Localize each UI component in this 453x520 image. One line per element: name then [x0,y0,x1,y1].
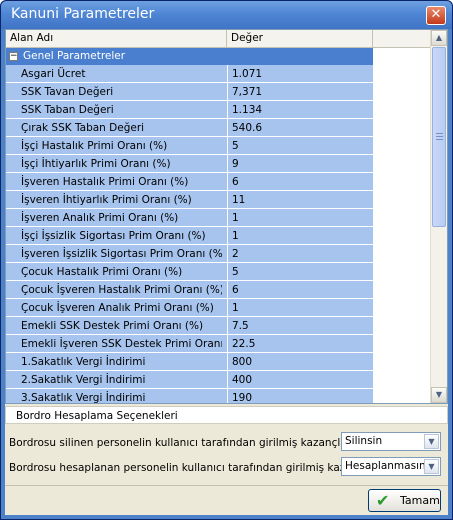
select-value: Silinsin [345,435,383,447]
row-name: İşçi İhtiyarlık Primi Oranı (%) [21,158,171,170]
row-name: 1.Sakatlık Vergi İndirimi [21,356,146,368]
table-row[interactable]: Çırak SSK Taban Değeri 540.6 [6,119,373,137]
row-name: İşveren İşsizlik Sigortası Prim Oranı (%… [21,248,222,260]
table-row[interactable]: İşveren Analık Primi Oranı (%) 1 [6,209,373,227]
row-name: SSK Tavan Değeri [21,86,114,98]
row-name: Çocuk İşveren Hastalık Primi Oranı (%) [21,284,222,296]
row-value[interactable]: 7.5 [227,317,378,335]
row-value[interactable]: 5 [227,263,378,281]
row-value[interactable]: 2 [227,245,378,263]
arrow-down-icon[interactable]: ▼ [431,387,447,403]
table-row[interactable]: Çocuk Hastalık Primi Oranı (%) 5 [6,263,373,281]
row-name: İşveren Analık Primi Oranı (%) [21,212,179,224]
row-name: İşveren İhtiyarlık Primi Oranı (%) [21,194,192,206]
dialog-window: Kanuni Parametreler ✕ Alan Adı Değer − G… [0,0,453,520]
group-row-genel[interactable]: − Genel Parametreler [6,48,373,65]
calculated-earnings-select[interactable]: Hesaplanmasın ▼ [341,457,441,476]
table-row[interactable]: İşveren Hastalık Primi Oranı (%) 6 [6,173,373,191]
table-row[interactable]: İşveren İşsizlik Sigortası Prim Oranı (%… [6,245,373,263]
row-name: 3.Sakatlık Vergi İndirimi [21,392,146,404]
option-label-calculated: Bordrosu hesaplanan personelin kullanıcı… [9,462,381,474]
thumb-grip [436,136,443,137]
table-row[interactable]: Emekli SSK Destek Primi Oranı (%) 7.5 [6,317,373,335]
window-title: Kanuni Parametreler [11,6,155,22]
option-label-deleted: Bordrosu silinen personelin kullanıcı ta… [9,437,354,449]
row-value[interactable]: 1 [227,299,378,317]
column-header-value[interactable]: Değer [227,30,373,47]
table-row[interactable]: SSK Tavan Değeri 7,371 [6,83,373,101]
chevron-down-icon[interactable]: ▼ [424,434,439,449]
select-value: Hesaplanmasın [345,460,426,472]
ok-button-label: Tamam [400,494,440,507]
table-row[interactable]: İşçi Hastalık Primi Oranı (%) 5 [6,137,373,155]
close-icon[interactable]: ✕ [426,6,446,25]
row-value[interactable]: 800 [227,353,378,371]
row-name: 2.Sakatlık Vergi İndirimi [21,374,146,386]
title-bar[interactable]: Kanuni Parametreler ✕ [1,1,452,29]
table-row[interactable]: Çocuk İşveren Analık Primi Oranı (%) 1 [6,299,373,317]
scrollbar-thumb[interactable] [432,47,446,227]
table-row[interactable]: Çocuk İşveren Hastalık Primi Oranı (%) 6 [6,281,373,299]
row-name: Çocuk Hastalık Primi Oranı (%) [21,266,183,278]
grid-rows: − Genel Parametreler Asgari Ücret 1.071 SS… [6,48,373,404]
row-name: Çırak SSK Taban Değeri [21,122,145,134]
table-row[interactable]: Emekli İşveren SSK Destek Primi Oranı (%… [6,335,373,353]
table-row[interactable]: 1.Sakatlık Vergi İndirimi 800 [6,353,373,371]
row-value[interactable]: 7,371 [227,83,378,101]
row-value[interactable]: 540.6 [227,119,378,137]
row-value[interactable]: 11 [227,191,378,209]
arrow-up-icon[interactable]: ▲ [431,30,447,46]
deleted-earnings-select[interactable]: Silinsin ▼ [341,432,441,451]
row-value[interactable]: 6 [227,281,378,299]
divider [5,485,448,486]
parameters-grid[interactable]: Alan Adı Değer − Genel Parametreler Asga… [5,29,448,404]
row-name: İşçi İşsizlik Sigortası Prim Oranı (%) [21,230,206,242]
row-value[interactable]: 5 [227,137,378,155]
row-value[interactable]: 400 [227,371,378,389]
row-name: Çocuk İşveren Analık Primi Oranı (%) [21,302,214,314]
row-name: İşçi Hastalık Primi Oranı (%) [21,140,168,152]
group-label: Genel Parametreler [23,50,126,62]
row-value[interactable]: 190 [227,389,378,403]
row-name: İşveren Hastalık Primi Oranı (%) [21,176,189,188]
table-row[interactable]: SSK Taban Değeri 1.134 [6,101,373,119]
row-name: Emekli SSK Destek Primi Oranı (%) [21,320,204,332]
column-header-name[interactable]: Alan Adı [6,30,227,47]
row-value[interactable]: 9 [227,155,378,173]
dialog-content: Alan Adı Değer − Genel Parametreler Asga… [5,29,448,515]
table-row[interactable]: 2.Sakatlık Vergi İndirimi 400 [6,371,373,389]
minus-icon[interactable]: − [9,52,18,61]
row-name: SSK Taban Değeri [21,104,114,116]
grid-header: Alan Adı Değer [6,30,431,48]
thumb-grip [436,133,443,134]
row-value[interactable]: 1.134 [227,101,378,119]
row-value[interactable]: 22.5 [227,335,378,353]
checkmark-icon: ✔ [376,491,390,510]
table-row[interactable]: İşveren İhtiyarlık Primi Oranı (%) 11 [6,191,373,209]
table-row[interactable]: 3.Sakatlık Vergi İndirimi 190 [6,389,373,404]
chevron-down-icon[interactable]: ▼ [424,459,439,474]
ok-button[interactable]: ✔ Tamam [368,489,441,512]
vertical-scrollbar[interactable]: ▲ ▼ [430,30,447,403]
row-value[interactable]: 1 [227,209,378,227]
row-name: Emekli İşveren SSK Destek Primi Oranı (% [21,338,222,350]
thumb-grip [436,139,443,140]
table-row[interactable]: İşçi İşsizlik Sigortası Prim Oranı (%) 1 [6,227,373,245]
bordro-section-title: Bordro Hesaplama Seçenekleri [5,406,448,424]
row-value[interactable]: 6 [227,173,378,191]
table-row[interactable]: Asgari Ücret 1.071 [6,65,373,83]
row-container: Asgari Ücret 1.071 SSK Tavan Değeri 7,371 SS… [6,65,373,404]
table-row[interactable]: İşçi İhtiyarlık Primi Oranı (%) 9 [6,155,373,173]
row-value[interactable]: 1.071 [227,65,378,83]
row-value[interactable]: 1 [227,227,378,245]
row-name: Asgari Ücret [21,68,86,80]
